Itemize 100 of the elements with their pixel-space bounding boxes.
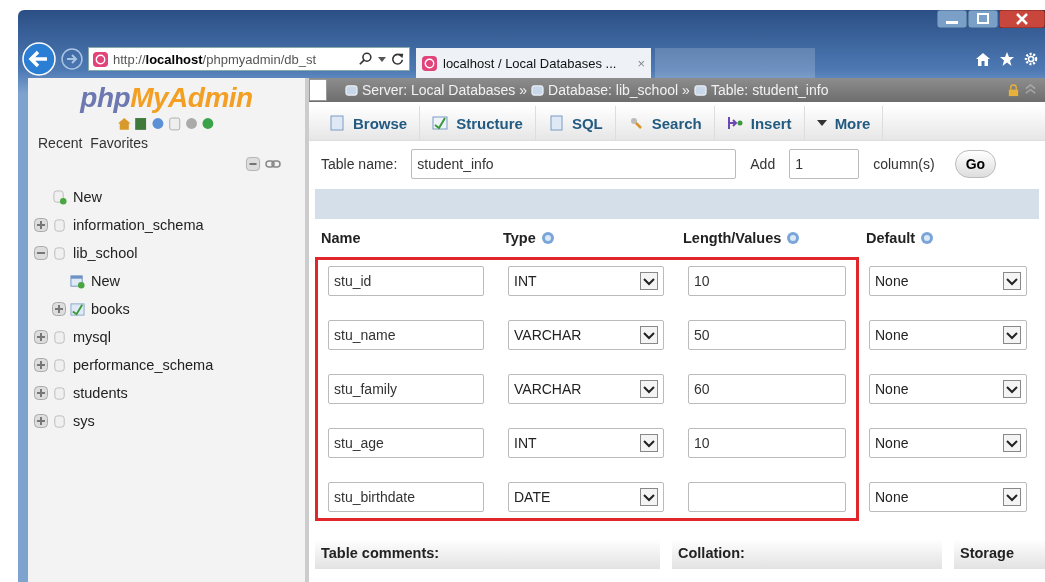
link-icon[interactable]	[265, 157, 281, 171]
help-icon[interactable]	[786, 231, 801, 245]
lock-icon	[1007, 83, 1020, 97]
expander-icon[interactable]	[34, 218, 48, 232]
caret-icon	[816, 119, 827, 127]
close-icon[interactable]	[999, 10, 1045, 28]
expander-icon[interactable]	[34, 386, 48, 400]
expander-icon[interactable]	[34, 246, 48, 260]
table-icon	[70, 301, 85, 317]
section-header: Collation:	[672, 539, 942, 569]
default-dropdown[interactable]: None	[869, 428, 1027, 458]
sidebar-link[interactable]: Favorites	[90, 135, 148, 151]
breadcrumb-link[interactable]: Server: Local Databases	[362, 82, 516, 98]
expander-icon[interactable]	[52, 302, 66, 316]
maximize-icon[interactable]	[968, 10, 998, 28]
column-header: Name	[321, 230, 361, 246]
columns-label: column(s)	[873, 156, 935, 172]
type-dropdown[interactable]: VARCHAR	[508, 320, 664, 350]
length-field[interactable]: 10	[688, 428, 846, 458]
back-icon[interactable]	[22, 42, 56, 76]
address-bar[interactable]: http://localhost/phpmyadmin/db_st	[88, 47, 410, 71]
default-dropdown[interactable]: None	[869, 482, 1027, 512]
table-icon	[329, 115, 345, 131]
database-icon	[52, 385, 67, 401]
settings-icon[interactable]	[1023, 51, 1039, 67]
database-icon	[52, 413, 67, 429]
crumb-icon	[693, 83, 707, 97]
tree-item[interactable]: information_schema	[73, 217, 204, 233]
crumb-icon	[345, 83, 358, 97]
site-icon	[422, 55, 437, 71]
database-icon	[52, 357, 67, 373]
breadcrumb-separator: »	[519, 82, 528, 98]
tree-item[interactable]: students	[73, 385, 128, 401]
collapse-all-icon[interactable]	[245, 157, 261, 171]
breadcrumb-separator: »	[682, 82, 690, 98]
type-dropdown[interactable]: INT	[508, 266, 664, 296]
tree-item[interactable]: performance_schema	[73, 357, 214, 373]
expander-icon[interactable]	[34, 414, 48, 428]
new-database-icon	[52, 189, 67, 205]
dropdown-caret-icon[interactable]	[378, 55, 386, 63]
breadcrumb-link[interactable]: Table: student_info	[710, 82, 829, 98]
length-field[interactable]: 50	[688, 320, 846, 350]
menu-tab[interactable]: Structure	[420, 106, 536, 140]
menu-tab[interactable]: Insert	[714, 106, 805, 140]
go-button[interactable]: Go	[954, 150, 997, 178]
length-field[interactable]	[688, 482, 846, 512]
column-header: Length/Values	[683, 230, 782, 246]
collapse-panel-button[interactable]	[309, 79, 327, 101]
column-name-field[interactable]: stu_birthdate	[328, 482, 484, 512]
column-name-field[interactable]: stu_age	[328, 428, 484, 458]
length-field[interactable]: 10	[688, 266, 846, 296]
sidebar-link[interactable]: Recent	[38, 135, 83, 151]
site-icon	[93, 51, 108, 67]
column-header: Default	[866, 230, 916, 246]
type-dropdown[interactable]: INT	[508, 428, 664, 458]
add-label: Add	[750, 156, 776, 172]
document-icon	[547, 115, 564, 131]
default-dropdown[interactable]: None	[869, 266, 1027, 296]
column-header: Type	[503, 230, 536, 246]
help-icon[interactable]	[920, 231, 935, 245]
length-field[interactable]: 60	[688, 374, 846, 404]
minimize-icon[interactable]	[937, 10, 967, 28]
tree-item[interactable]: lib_school	[73, 245, 138, 261]
structure-icon	[432, 115, 449, 131]
menu-tab[interactable]: Browse	[317, 106, 421, 140]
type-dropdown[interactable]: VARCHAR	[508, 374, 664, 404]
column-name-field[interactable]: stu_id	[328, 266, 484, 296]
browser-tab[interactable]: localhost / Local Databases ... ×	[416, 48, 651, 78]
tree-item[interactable]: mysql	[73, 329, 111, 345]
forward-icon[interactable]	[60, 47, 84, 71]
column-name-field[interactable]: stu_family	[328, 374, 484, 404]
tree-item[interactable]: New	[91, 273, 120, 289]
menu-tab[interactable]: Search	[615, 106, 715, 140]
default-dropdown[interactable]: None	[869, 374, 1027, 404]
crumb-icon	[531, 83, 545, 97]
default-dropdown[interactable]: None	[869, 320, 1027, 350]
refresh-icon[interactable]	[391, 52, 405, 66]
menu-tab[interactable]: SQL	[535, 106, 616, 140]
table-name-field[interactable]: student_info	[411, 149, 737, 179]
expander-icon[interactable]	[34, 358, 48, 372]
database-icon	[52, 217, 67, 233]
expander-icon[interactable]	[34, 330, 48, 344]
tree-item[interactable]: books	[91, 301, 130, 317]
tree-item[interactable]: New	[73, 189, 102, 205]
home-icon[interactable]	[975, 51, 991, 67]
column-name-field[interactable]: stu_name	[328, 320, 484, 350]
database-icon	[52, 329, 67, 345]
logo[interactable]: phpMyAdmin	[28, 82, 305, 114]
tree-item[interactable]: sys	[73, 413, 95, 429]
help-icon[interactable]	[540, 231, 555, 245]
type-dropdown[interactable]: DATE	[508, 482, 664, 512]
menu-tab[interactable]: More	[804, 106, 884, 140]
new-table-icon	[70, 273, 85, 289]
column-count-field[interactable]: 1	[789, 149, 860, 179]
search-icon[interactable]	[359, 52, 373, 66]
breadcrumb-link[interactable]: Database: lib_school	[548, 82, 679, 98]
pin-icon[interactable]	[1024, 83, 1037, 97]
star-icon[interactable]	[999, 51, 1015, 67]
tab-title: localhost / Local Databases ...	[443, 55, 617, 71]
table-name-label: Table name:	[321, 156, 398, 172]
